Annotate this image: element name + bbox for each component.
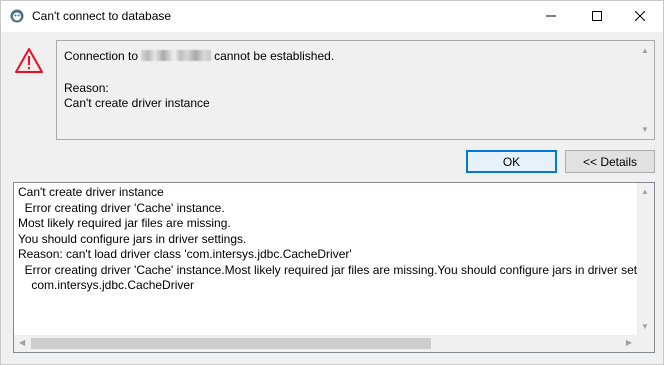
minimize-button[interactable] [528, 1, 574, 32]
redacted-host [141, 50, 212, 61]
window-title: Can't connect to database [32, 9, 172, 23]
title-bar[interactable]: Can't connect to database [1, 1, 663, 32]
details-button[interactable]: << Details [565, 150, 655, 173]
scroll-up-icon[interactable]: ▲ [641, 46, 649, 55]
scroll-up-icon[interactable]: ▲ [641, 187, 649, 196]
reason-text: Can't create driver instance [64, 96, 210, 110]
message-prefix: Connection to [64, 49, 139, 63]
maximize-icon [592, 10, 602, 24]
error-dialog: Can't connect to database Connection to … [0, 0, 664, 365]
minimize-icon [546, 10, 556, 24]
close-icon [634, 10, 646, 24]
scroll-down-icon[interactable]: ▼ [641, 125, 649, 134]
message-box: Connection to cannot be established. Reas… [56, 40, 655, 140]
ok-button[interactable]: OK [466, 150, 557, 173]
scroll-right-icon[interactable]: ▶ [626, 338, 632, 347]
message-suffix: cannot be established. [214, 49, 335, 63]
details-vertical-scrollbar[interactable]: ▲ ▼ [637, 183, 654, 352]
close-button[interactable] [617, 1, 663, 32]
app-icon [10, 9, 24, 23]
maximize-button[interactable] [574, 1, 620, 32]
scrollbar-thumb[interactable] [31, 338, 431, 349]
details-textarea[interactable]: Can't create driver instance Error creat… [13, 182, 655, 353]
details-text: Can't create driver instance Error creat… [18, 185, 638, 292]
scroll-down-icon[interactable]: ▼ [641, 322, 649, 331]
details-horizontal-scrollbar[interactable]: ◀ ▶ [14, 335, 637, 352]
scrollbar-corner [637, 335, 654, 352]
connection-message: Connection to cannot be established. [64, 49, 334, 63]
message-scrollbar[interactable]: ▲ ▼ [637, 41, 654, 139]
scroll-left-icon[interactable]: ◀ [19, 338, 25, 347]
warning-triangle-icon [14, 47, 44, 75]
reason-label: Reason: [64, 81, 109, 95]
